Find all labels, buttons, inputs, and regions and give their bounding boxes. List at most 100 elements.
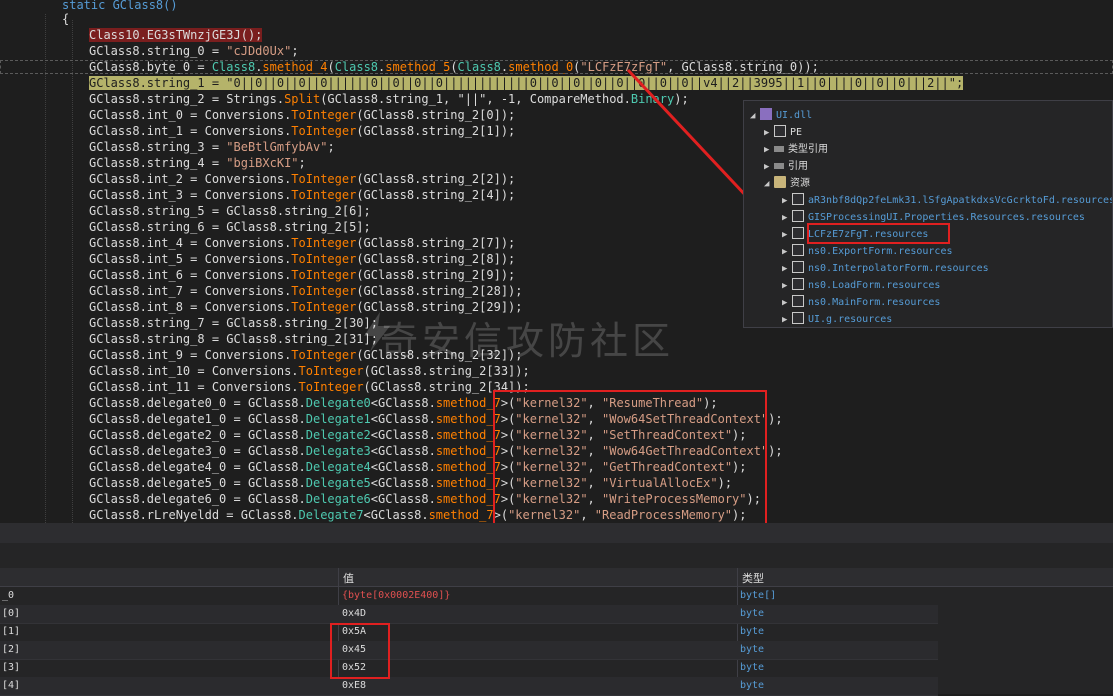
locals-window[interactable]: 值 类型 _0 {byte[0x0002E400]} byte[] [0] 0x4D by… <box>0 543 1113 696</box>
tree-item-resource-file[interactable]: ▶ ns0.ExportForm.resources <box>782 243 953 260</box>
tree-item-refs[interactable]: ▶ 引用 <box>764 158 808 175</box>
tree-item-type-refs[interactable]: ▶ 类型引用 <box>764 141 828 158</box>
locals-name: _0 <box>2 590 15 601</box>
code-token: (GClass8.string_2[33]); <box>363 364 530 378</box>
code-text: GClass8.string_1 = "0||0||0||0||0||||||0… <box>89 76 964 90</box>
code-token: GClass8.rLreNyeldd = GClass8. <box>89 508 299 522</box>
code-token: ToInteger <box>291 348 357 362</box>
collapsed-icon[interactable]: ▶ <box>782 227 792 244</box>
locals-row[interactable]: [0] 0x4D byte <box>0 605 938 624</box>
code-token: (); <box>240 28 263 42</box>
locals-row[interactable]: [1] 0x5A byte <box>0 623 938 642</box>
expanded-icon[interactable]: ◢ <box>764 176 774 193</box>
code-token: GClass8.int_8 = Conversions. <box>89 300 292 314</box>
tree-label: 引用 <box>788 161 808 172</box>
indent-guide <box>72 20 73 523</box>
code-token: Binary <box>630 92 675 106</box>
collapsed-icon[interactable]: ▶ <box>782 210 792 227</box>
collapsed-icon[interactable]: ▶ <box>782 295 792 312</box>
locals-row[interactable]: [2] 0x45 byte <box>0 641 938 660</box>
locals-value[interactable]: 0x45 <box>342 641 732 659</box>
tree-item-resource-file[interactable]: ▶ ns0.InterpolatorForm.resources <box>782 260 989 277</box>
locals-value[interactable]: 0xE8 <box>342 677 732 695</box>
code-line: GClass8.int_1 = Conversions.ToInteger(GC… <box>89 123 515 139</box>
watermark-logo-icon <box>364 312 390 352</box>
collapsed-icon[interactable]: ▶ <box>782 312 792 327</box>
horizontal-scrollbar[interactable] <box>0 523 1113 543</box>
tree-item-resources[interactable]: ◢ 资源 <box>764 175 810 192</box>
locals-value[interactable]: 0x5A <box>342 623 732 641</box>
code-text: GClass8.int_11 = Conversions.ToInteger(G… <box>89 380 530 394</box>
file-icon <box>792 312 804 324</box>
code-text: GClass8.string_8 = GClass8.string_2[31]; <box>89 332 378 346</box>
code-token: (GClass8.string_2[4]); <box>356 188 516 202</box>
code-token: GClass8.string_2 = Strings. <box>89 92 285 106</box>
code-token: ToInteger <box>291 268 357 282</box>
code-token: (GClass8.string_2[7]); <box>356 236 516 250</box>
code-token: GClass8.int_10 = Conversions. <box>89 364 299 378</box>
code-token: GClass8.int_9 = Conversions. <box>89 348 292 362</box>
current-line-marker <box>0 60 1113 74</box>
code-token: smethod_7 <box>435 476 501 490</box>
code-line: GClass8.string_2 = Strings.Split(GClass8… <box>89 91 689 107</box>
method-signature: static GClass8() <box>62 0 178 12</box>
locals-value[interactable]: 0x52 <box>342 659 732 677</box>
code-token: Delegate3 <box>305 444 371 458</box>
expanded-icon[interactable]: ◢ <box>750 108 760 125</box>
code-line: GClass8.string_8 = GClass8.string_2[31]; <box>89 331 378 347</box>
tree-item-resource-file[interactable]: ▶ aR3nbf8dQp2feLmk31.lSfgApatkdxsVcGcrkto… <box>782 192 1113 210</box>
file-icon <box>792 278 804 290</box>
code-line: GClass8.int_5 = Conversions.ToInteger(GC… <box>89 251 515 267</box>
code-token: GClass8.delegate3_0 = GClass8. <box>89 444 306 458</box>
code-token: (GClass8.string_2[1]); <box>356 124 516 138</box>
code-line: GClass8.string_7 = GClass8.string_2[30]; <box>89 315 378 331</box>
code-token: <GClass8. <box>370 444 436 458</box>
collapsed-icon[interactable]: ▶ <box>782 278 792 295</box>
tree-item-resource-file[interactable]: ▶ ns0.LoadForm.resources <box>782 277 940 294</box>
code-token: "bgiBXcKI" <box>226 156 299 170</box>
code-token: smethod_7 <box>435 460 501 474</box>
code-token: ; <box>327 140 335 154</box>
locals-value[interactable]: 0x4D <box>342 605 732 623</box>
collapsed-icon[interactable]: ▶ <box>764 125 774 142</box>
tree-item-pe[interactable]: ▶ PE <box>764 124 802 141</box>
code-token: GClass8.delegate0_0 = GClass8. <box>89 396 306 410</box>
file-icon <box>792 261 804 273</box>
collapsed-icon[interactable]: ▶ <box>782 261 792 278</box>
code-text: GClass8.string_5 = GClass8.string_2[6]; <box>89 204 371 218</box>
code-token: GClass8.int_7 = Conversions. <box>89 284 292 298</box>
code-text: GClass8.int_10 = Conversions.ToInteger(G… <box>89 364 530 378</box>
column-header-value[interactable]: 值 <box>343 570 354 586</box>
locals-name: [4] <box>2 680 21 691</box>
locals-row[interactable]: [4] 0xE8 byte <box>0 677 938 696</box>
tree-label: UI.g.resources <box>808 314 893 325</box>
column-header-type[interactable]: 类型 <box>742 570 764 586</box>
tree-label: PE <box>790 127 803 138</box>
code-text: GClass8.string_2 = Strings.Split(GClass8… <box>89 92 689 106</box>
tree-label: aR3nbf8dQp2feLmk31.lSfgApatkdxsVcGcrktoF… <box>808 195 1113 206</box>
code-line: GClass8.string_5 = GClass8.string_2[6]; <box>89 203 371 219</box>
collapsed-icon[interactable]: ▶ <box>782 193 792 210</box>
watermark: 奇安信攻防社区 <box>380 319 675 363</box>
code-token: ToInteger <box>291 300 357 314</box>
locals-row[interactable]: [3] 0x52 byte <box>0 659 938 678</box>
code-token: ; <box>298 156 306 170</box>
tree-label: ns0.ExportForm.resources <box>808 246 953 257</box>
tree-item-resource-file[interactable]: ▶ ns0.MainForm.resources <box>782 294 940 311</box>
tree-item-resource-file[interactable]: ▶ UI.g.resources <box>782 311 893 327</box>
code-line: GClass8.int_0 = Conversions.ToInteger(GC… <box>89 107 515 123</box>
assembly-explorer[interactable]: ◢ UI.dll ▶ PE ▶ 类型引用 ▶ 引用 ◢ 资源 ▶ aR3nbf8dQp2fe… <box>743 100 1113 328</box>
collapsed-icon[interactable]: ▶ <box>764 142 774 159</box>
tree-root[interactable]: ◢ UI.dll <box>750 107 812 124</box>
collapsed-icon[interactable]: ▶ <box>782 244 792 261</box>
code-token: "BeBtlGmfybAv" <box>226 140 328 154</box>
locals-value[interactable]: {byte[0x0002E400]} <box>342 587 732 605</box>
code-brace: { <box>62 12 70 26</box>
collapsed-icon[interactable]: ▶ <box>764 159 774 176</box>
code-line: GClass8.int_3 = Conversions.ToInteger(GC… <box>89 187 515 203</box>
code-token: (GClass8.string_2[8]); <box>356 252 516 266</box>
code-token: smethod_7 <box>435 492 501 506</box>
locals-name: [2] <box>2 644 21 655</box>
code-token: ; <box>291 44 299 58</box>
locals-row[interactable]: _0 {byte[0x0002E400]} byte[] <box>0 587 938 606</box>
